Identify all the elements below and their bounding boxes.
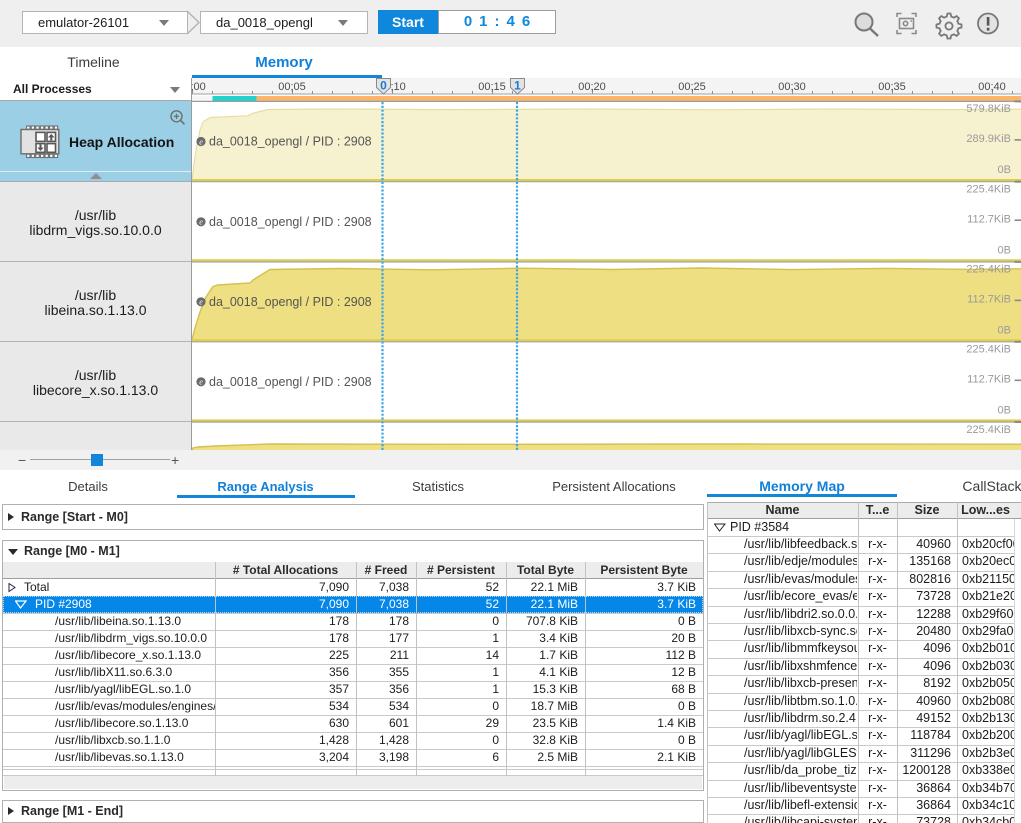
svg-text:00;05: 00;05: [278, 81, 306, 93]
svg-text:00;40: 00;40: [978, 81, 1006, 93]
svg-text:00;00: 00;00: [192, 81, 206, 93]
svg-text:0B: 0B: [998, 245, 1011, 257]
svg-text:da_0018_opengl / PID : 2908: da_0018_opengl / PID : 2908: [209, 215, 372, 229]
svg-text:da_0018_opengl / PID : 2908: da_0018_opengl / PID : 2908: [209, 295, 372, 309]
svg-text:00;25: 00;25: [678, 81, 706, 93]
svg-text:0: 0: [380, 79, 387, 93]
svg-text:e: e: [199, 298, 203, 307]
svg-text:289.9KiB: 289.9KiB: [966, 133, 1011, 145]
svg-text:da_0018_opengl / PID : 2908: da_0018_opengl / PID : 2908: [209, 135, 372, 149]
svg-text:00;35: 00;35: [878, 81, 906, 93]
svg-text:da_0018_opengl / PID : 2908: da_0018_opengl / PID : 2908: [209, 375, 372, 389]
svg-text:579.8KiB: 579.8KiB: [966, 103, 1011, 115]
svg-text:112.7KiB: 112.7KiB: [967, 294, 1011, 306]
svg-text:00;15: 00;15: [478, 81, 506, 93]
svg-text:00;30: 00;30: [778, 81, 806, 93]
svg-text:112.7KiB: 112.7KiB: [967, 374, 1011, 386]
svg-text:e: e: [199, 137, 203, 146]
svg-text:e: e: [199, 218, 203, 227]
svg-text:225.4KiB: 225.4KiB: [966, 344, 1011, 356]
svg-text:0B: 0B: [998, 325, 1011, 337]
svg-text:0B: 0B: [998, 164, 1011, 176]
svg-text:1: 1: [514, 79, 521, 93]
svg-text:225.4KiB: 225.4KiB: [966, 264, 1011, 276]
svg-text:112.7KiB: 112.7KiB: [967, 214, 1011, 226]
svg-text:00;20: 00;20: [578, 81, 606, 93]
svg-text:e: e: [199, 378, 203, 387]
svg-text:225.4KiB: 225.4KiB: [966, 424, 1011, 436]
svg-text:225.4KiB: 225.4KiB: [966, 184, 1011, 196]
svg-text:0B: 0B: [998, 405, 1011, 417]
